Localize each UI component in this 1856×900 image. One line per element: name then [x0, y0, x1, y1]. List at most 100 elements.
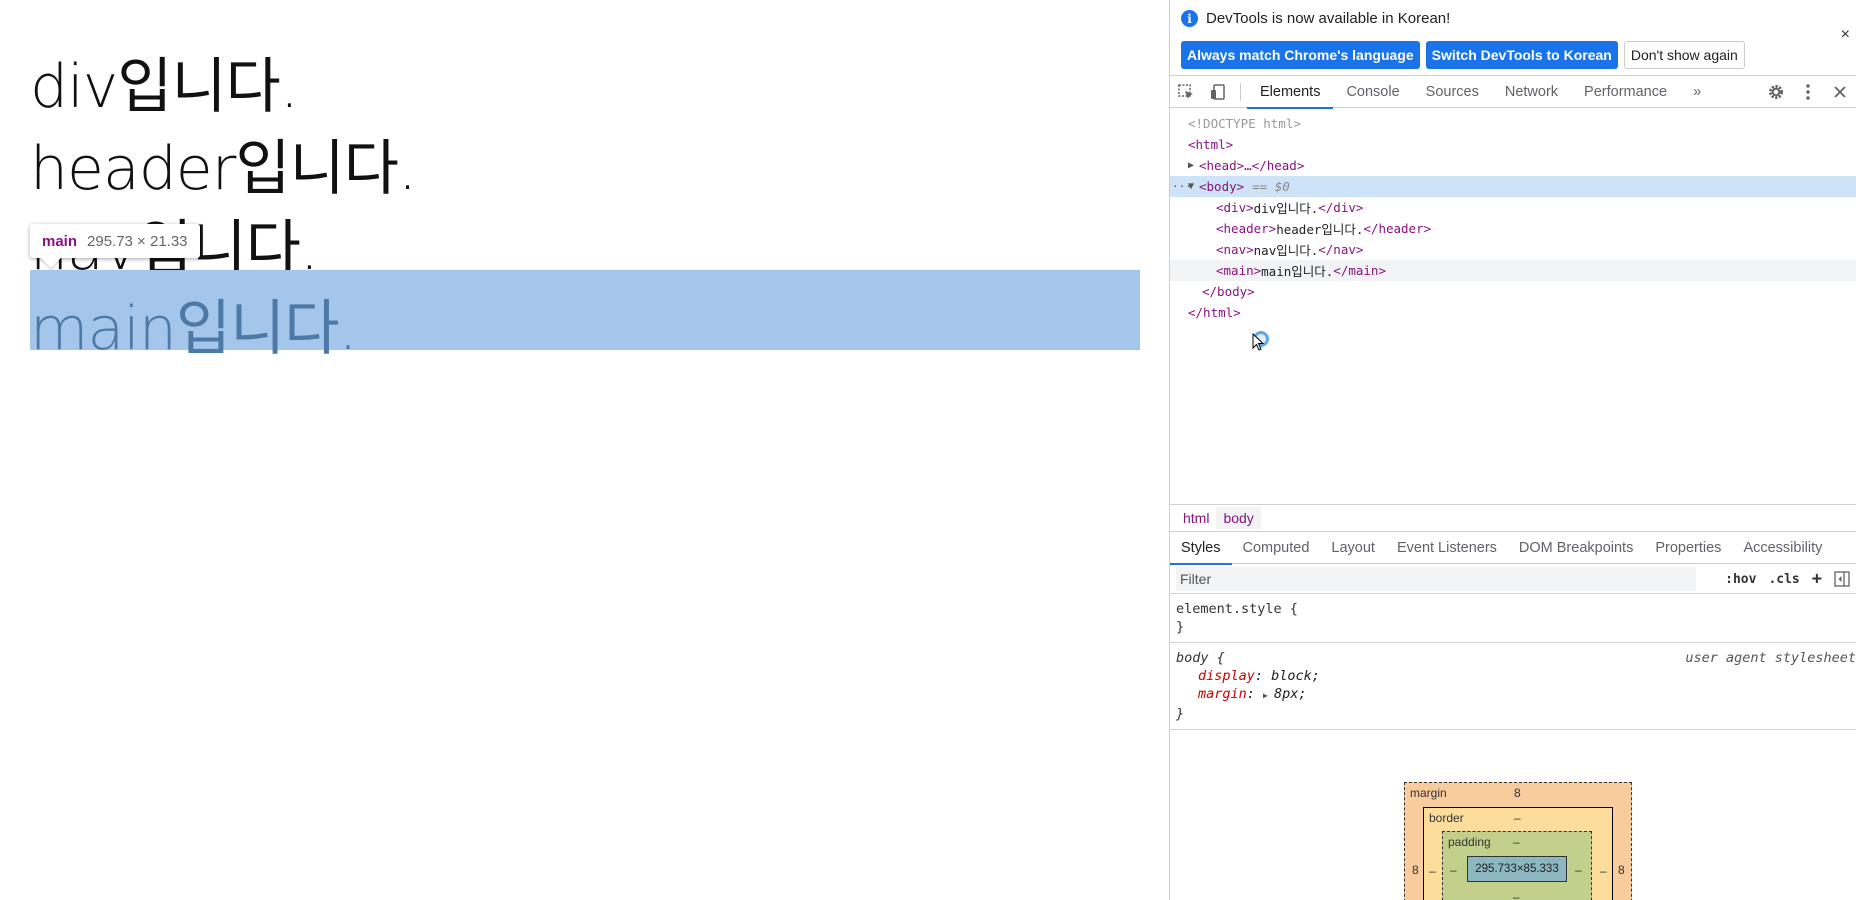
- tree-head[interactable]: ▶ <head>…</head>: [1170, 155, 1856, 176]
- tab-sources[interactable]: Sources: [1413, 76, 1492, 108]
- switch-to-korean-button[interactable]: Switch DevTools to Korean: [1425, 41, 1618, 69]
- mouse-cursor-icon: [1252, 333, 1264, 351]
- tree-nav[interactable]: <nav> nav입니다. </nav>: [1170, 239, 1856, 260]
- div-close-tag: </div>: [1318, 200, 1364, 215]
- dont-show-again-button[interactable]: Don't show again: [1623, 41, 1745, 69]
- border-left-value: –: [1429, 864, 1436, 878]
- toolbar-right: [1760, 76, 1856, 108]
- subtab-computed[interactable]: Computed: [1232, 532, 1321, 564]
- tree-body-open[interactable]: ··· ▼ <body> == $0: [1170, 176, 1856, 197]
- tree-html-close[interactable]: </html>: [1170, 302, 1856, 323]
- selected-marker: == $0: [1252, 179, 1290, 194]
- infobar-close-icon[interactable]: ×: [1841, 26, 1850, 44]
- language-infobar: i DevTools is now available in Korean! ×…: [1170, 0, 1856, 76]
- padding-left-value: –: [1450, 863, 1457, 877]
- box-model-content[interactable]: 295.733×85.333: [1467, 856, 1567, 882]
- elements-tree: <!DOCTYPE html> <html> ▶ <head>…</head> …: [1170, 108, 1856, 504]
- subtab-dom-breakpoints[interactable]: DOM Breakpoints: [1508, 532, 1644, 564]
- toggle-sidebar-icon[interactable]: [1834, 571, 1850, 587]
- main-text: main입니다.: [30, 294, 358, 364]
- box-model-diagram: margin 8 8 8 border – – – padding – – – …: [1404, 782, 1632, 900]
- margin-left-value: 8: [1412, 863, 1419, 877]
- devtools-panel: i DevTools is now available in Korean! ×…: [1169, 0, 1856, 900]
- new-rule-plus-icon[interactable]: +: [1812, 569, 1822, 589]
- subtab-styles[interactable]: Styles: [1170, 532, 1232, 565]
- breadcrumb-html[interactable]: html: [1176, 507, 1216, 529]
- nav-open-tag: <nav>: [1216, 242, 1254, 257]
- close-devtools-icon[interactable]: [1824, 76, 1856, 108]
- styles-filter-input[interactable]: [1176, 566, 1696, 591]
- decl-margin-prop: margin: [1198, 686, 1247, 702]
- breadcrumb-body[interactable]: body: [1216, 507, 1261, 529]
- page-viewport: div입니다. header입니다. nav입니다. main입니다. main…: [0, 0, 1169, 900]
- expand-triangle-icon[interactable]: ▶: [1188, 160, 1199, 171]
- settings-gear-icon[interactable]: [1760, 76, 1792, 108]
- border-right-value: –: [1600, 864, 1607, 878]
- tree-header[interactable]: <header> header입니다. </header>: [1170, 218, 1856, 239]
- device-toolbar-icon[interactable]: [1202, 76, 1234, 108]
- tab-console[interactable]: Console: [1333, 76, 1412, 108]
- nav-close-tag: </nav>: [1318, 242, 1364, 257]
- main-close-tag: </main>: [1333, 263, 1386, 278]
- div-open-tag: <div>: [1216, 200, 1254, 215]
- body-ua-rule[interactable]: body { user agent stylesheet display: bl…: [1170, 643, 1856, 730]
- subtab-event-listeners[interactable]: Event Listeners: [1386, 532, 1508, 564]
- cls-toggle-button[interactable]: .cls: [1768, 572, 1799, 587]
- header-open-tag: <header>: [1216, 221, 1277, 236]
- box-model-margin[interactable]: margin 8 8 8 border – – – padding – – – …: [1404, 782, 1632, 900]
- match-chrome-language-button[interactable]: Always match Chrome's language: [1181, 41, 1420, 69]
- head-tag: <head>…</head>: [1199, 158, 1305, 173]
- tree-body-close[interactable]: </body>: [1170, 281, 1856, 302]
- info-icon: i: [1181, 10, 1198, 27]
- inspect-tooltip: main 295.73 × 21.33: [30, 224, 200, 268]
- doctype-text: <!DOCTYPE html>: [1188, 116, 1301, 131]
- decl-display-prop: display: [1198, 668, 1255, 684]
- element-style-selector: element.style {: [1176, 601, 1298, 617]
- devtools-toolbar: Elements Console Sources Network Perform…: [1170, 76, 1856, 109]
- subtab-layout[interactable]: Layout: [1320, 532, 1386, 564]
- rule-source: user agent stylesheet: [1685, 650, 1856, 666]
- inspect-element-icon[interactable]: [1170, 76, 1202, 108]
- element-style-rule[interactable]: element.style { }: [1170, 594, 1856, 643]
- toolbar-separator: [1240, 82, 1241, 101]
- body-close-tag: </body>: [1202, 284, 1255, 299]
- ellipsis-icon[interactable]: ···: [1172, 180, 1192, 193]
- padding-label: padding: [1448, 835, 1491, 849]
- more-tabs-icon[interactable]: »: [1680, 76, 1714, 108]
- decl-display-value: block;: [1271, 668, 1320, 684]
- hov-toggle-button[interactable]: :hov: [1725, 572, 1756, 587]
- tooltip-tag: main: [42, 232, 78, 250]
- tree-div[interactable]: <div> div입니다. </div>: [1170, 197, 1856, 218]
- margin-top-value: 8: [1514, 786, 1521, 800]
- tree-main[interactable]: <main> main입니다. </main>: [1170, 260, 1856, 281]
- margin-label: margin: [1410, 786, 1447, 800]
- tree-doctype[interactable]: <!DOCTYPE html>: [1170, 113, 1856, 134]
- expand-shorthand-icon[interactable]: ▶: [1263, 687, 1274, 705]
- styles-filter-bar: :hov .cls +: [1170, 564, 1856, 594]
- filter-tools: :hov .cls +: [1725, 564, 1856, 594]
- header-close-tag: </header>: [1363, 221, 1432, 236]
- subtab-properties[interactable]: Properties: [1644, 532, 1732, 564]
- main-open-tag: <main>: [1216, 263, 1262, 278]
- styles-pane: element.style { } body { user agent styl…: [1170, 594, 1856, 730]
- header-node-text: header입니다.: [1276, 222, 1364, 237]
- infobar-buttons: Always match Chrome's language Switch De…: [1181, 41, 1745, 69]
- infobar-message-row: i DevTools is now available in Korean!: [1181, 10, 1450, 27]
- decl-margin[interactable]: margin: ▶ 8px;: [1176, 685, 1850, 705]
- tooltip-dimensions: 295.73 × 21.33: [87, 232, 188, 250]
- html-close-tag: </html>: [1188, 305, 1241, 320]
- decl-display[interactable]: display: block;: [1176, 667, 1850, 685]
- tab-network[interactable]: Network: [1492, 76, 1571, 108]
- html-open-tag: <html>: [1188, 137, 1234, 152]
- tab-elements[interactable]: Elements: [1247, 76, 1334, 109]
- subtab-accessibility[interactable]: Accessibility: [1732, 532, 1833, 564]
- padding-top-value: –: [1513, 835, 1520, 849]
- border-top-value: –: [1514, 811, 1521, 825]
- kebab-menu-icon[interactable]: [1792, 76, 1824, 108]
- decl-margin-value: 8px;: [1274, 686, 1307, 702]
- tree-html-open[interactable]: <html>: [1170, 134, 1856, 155]
- box-model-padding[interactable]: padding – – – – 295.733×85.333: [1442, 831, 1592, 900]
- tab-performance[interactable]: Performance: [1571, 76, 1680, 108]
- margin-right-value: 8: [1618, 863, 1625, 877]
- box-model-border[interactable]: border – – – padding – – – – 295.733×85.…: [1423, 807, 1613, 900]
